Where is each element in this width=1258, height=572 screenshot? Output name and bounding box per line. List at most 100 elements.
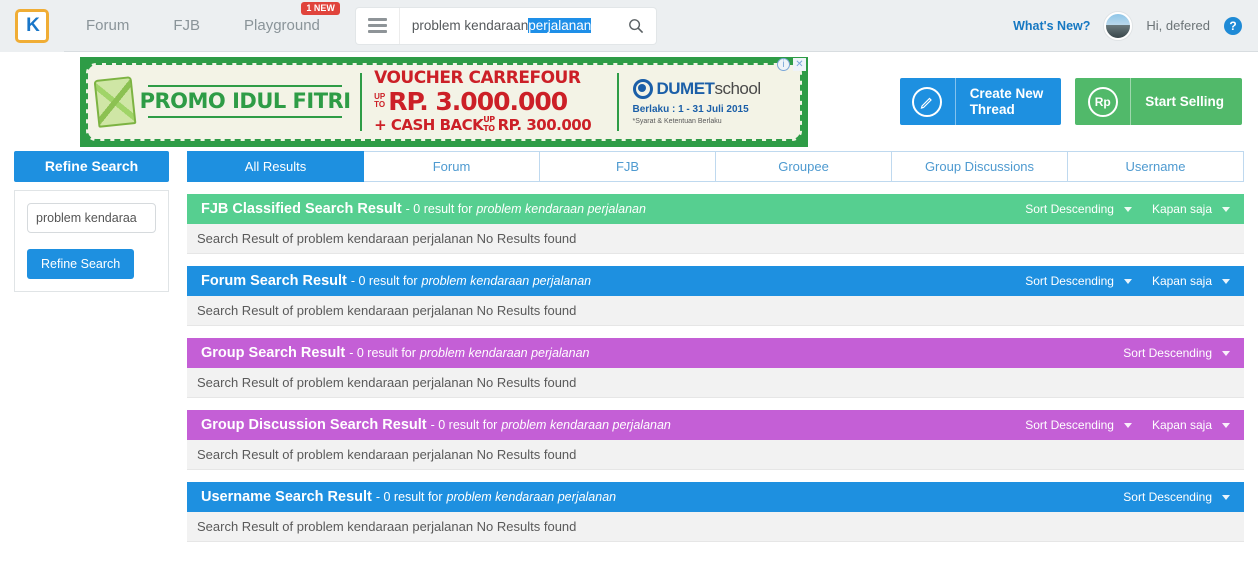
start-selling-button[interactable]: Rp Start Selling bbox=[1075, 78, 1242, 125]
section-term: problem kendaraan perjalanan bbox=[419, 346, 590, 360]
tab-label: Group Discussions bbox=[924, 159, 1035, 174]
chevron-down-icon bbox=[1222, 278, 1230, 284]
sort-dropdown[interactable]: Sort Descending bbox=[1025, 418, 1132, 432]
logo-container[interactable]: K bbox=[0, 0, 64, 52]
search-text-selected: perjalanan bbox=[528, 18, 592, 33]
ad-info-icon[interactable]: i bbox=[777, 57, 790, 71]
results-tabs: All Results Forum FJB Groupee Group Disc… bbox=[187, 151, 1244, 182]
tab-username[interactable]: Username bbox=[1068, 151, 1244, 182]
kaskus-logo-icon[interactable]: K bbox=[15, 8, 49, 43]
ketupat-icon bbox=[93, 75, 137, 128]
sort-dropdown[interactable]: Sort Descending bbox=[1025, 202, 1132, 216]
search-icon[interactable] bbox=[616, 8, 656, 44]
search-container: problem kendaraan perjalanan bbox=[355, 7, 656, 44]
chevron-down-icon bbox=[1123, 206, 1132, 212]
tab-fjb[interactable]: FJB bbox=[540, 151, 716, 182]
section-empty-message: Search Result of problem kendaraan perja… bbox=[187, 368, 1244, 398]
chevron-down-icon bbox=[1222, 206, 1230, 212]
help-glyph: ? bbox=[1229, 18, 1237, 33]
ad-promo-title: PROMO IDUL FITRI bbox=[139, 89, 351, 113]
tab-groupee[interactable]: Groupee bbox=[716, 151, 892, 182]
search-results-content: All Results Forum FJB Groupee Group Disc… bbox=[187, 151, 1244, 542]
advertisement-banner[interactable]: PROMO IDUL FITRI VOUCHER CARREFOUR UP TO … bbox=[80, 56, 808, 147]
ad-upto-label: UP TO bbox=[374, 91, 386, 109]
ad-validity: Berlaku : 1 - 31 Juli 2015 bbox=[632, 103, 749, 115]
action-buttons: Create New Thread Rp Start Selling bbox=[899, 78, 1242, 125]
search-text-plain: problem kendaraan bbox=[411, 18, 529, 33]
tab-label: FJB bbox=[615, 159, 640, 174]
tab-label: Username bbox=[1125, 159, 1186, 174]
section-count: - 0 result for bbox=[375, 490, 443, 504]
nav-item-forum[interactable]: Forum bbox=[64, 0, 151, 52]
refine-search-panel: Refine Search bbox=[14, 190, 169, 292]
tab-label: Forum bbox=[432, 159, 471, 174]
divider bbox=[360, 72, 363, 131]
whats-new-link[interactable]: What's New? bbox=[1013, 19, 1090, 33]
section-title: Username Search Result bbox=[201, 489, 372, 505]
divider bbox=[148, 116, 343, 118]
ad-terms: *Syarat & Ketentuan Berlaku bbox=[632, 117, 722, 125]
refine-search-title: Refine Search bbox=[14, 151, 169, 182]
ad-brand-suffix: school bbox=[714, 78, 761, 98]
section-fjb-classified: FJB Classified Search Result - 0 result … bbox=[187, 194, 1244, 254]
chevron-down-icon bbox=[1222, 422, 1230, 428]
hamburger-icon[interactable] bbox=[356, 7, 400, 44]
sort-dropdown[interactable]: Sort Descending bbox=[1123, 490, 1230, 504]
section-count: - 0 result for bbox=[405, 202, 473, 216]
tab-group-discussions[interactable]: Group Discussions bbox=[892, 151, 1068, 182]
pencil-icon bbox=[900, 78, 956, 125]
section-term: problem kendaraan perjalanan bbox=[476, 202, 646, 216]
nav-item-fjb[interactable]: FJB bbox=[151, 0, 222, 52]
ad-promo-block: PROMO IDUL FITRI bbox=[88, 75, 356, 128]
sort-label: Sort Descending bbox=[1025, 418, 1114, 432]
time-dropdown[interactable]: Kapan saja bbox=[1152, 418, 1230, 432]
ad-amount-row: UP TO RP. 3.000.000 bbox=[374, 89, 612, 114]
section-tools: Sort Descending Kapan saja bbox=[1025, 202, 1230, 216]
section-header: Group Search Result - 0 result for probl… bbox=[187, 338, 1244, 368]
time-dropdown[interactable]: Kapan saja bbox=[1152, 274, 1230, 288]
rupiah-circle: Rp bbox=[1087, 86, 1118, 117]
pencil-glyph bbox=[920, 97, 933, 109]
sort-label: Sort Descending bbox=[1123, 346, 1212, 360]
tab-label: All Results bbox=[244, 159, 307, 174]
time-dropdown[interactable]: Kapan saja bbox=[1152, 202, 1230, 216]
divider bbox=[148, 85, 343, 87]
sort-label: Sort Descending bbox=[1025, 202, 1114, 216]
section-title: Group Discussion Search Result bbox=[201, 417, 427, 433]
refine-search-input[interactable] bbox=[27, 203, 156, 233]
ad-cashback-label: + CASH BACK bbox=[374, 115, 484, 134]
section-group-discussion: Group Discussion Search Result - 0 resul… bbox=[187, 410, 1244, 470]
ad-offer-block: VOUCHER CARREFOUR UP TO RP. 3.000.000 + C… bbox=[366, 69, 612, 134]
section-title: Group Search Result bbox=[201, 345, 346, 361]
sort-dropdown[interactable]: Sort Descending bbox=[1025, 274, 1132, 288]
section-header: FJB Classified Search Result - 0 result … bbox=[187, 194, 1244, 224]
search-input[interactable]: problem kendaraan perjalanan bbox=[400, 18, 616, 33]
page-body: Refine Search Refine Search All Results … bbox=[0, 151, 1258, 542]
nav-item-playground[interactable]: Playground 1 NEW bbox=[222, 0, 342, 52]
refine-search-button[interactable]: Refine Search bbox=[27, 249, 135, 279]
section-group: Group Search Result - 0 result for probl… bbox=[187, 338, 1244, 398]
create-new-thread-button[interactable]: Create New Thread bbox=[899, 78, 1062, 125]
time-label: Kapan saja bbox=[1151, 418, 1212, 432]
chevron-down-icon bbox=[1222, 350, 1230, 356]
avatar[interactable] bbox=[1104, 11, 1133, 40]
refine-search-sidebar: Refine Search Refine Search bbox=[14, 151, 169, 542]
dumet-logo-icon: DUMETschool bbox=[632, 78, 801, 99]
section-tools: Sort Descending bbox=[1123, 490, 1230, 504]
section-term: problem kendaraan perjalanan bbox=[421, 274, 592, 288]
greeting-label: Hi, defered bbox=[1146, 18, 1210, 33]
section-term: problem kendaraan perjalanan bbox=[446, 490, 617, 504]
tab-all-results[interactable]: All Results bbox=[187, 151, 364, 182]
ad-close-icon[interactable]: ✕ bbox=[793, 57, 806, 71]
tab-forum[interactable]: Forum bbox=[364, 151, 540, 182]
section-empty-message: Search Result of problem kendaraan perja… bbox=[187, 224, 1244, 254]
sort-label: Sort Descending bbox=[1123, 490, 1212, 504]
nav-item-label: FJB bbox=[173, 16, 201, 34]
time-label: Kapan saja bbox=[1151, 202, 1212, 216]
help-icon[interactable]: ? bbox=[1224, 16, 1242, 35]
section-count: - 0 result for bbox=[350, 274, 418, 288]
sort-dropdown[interactable]: Sort Descending bbox=[1123, 346, 1230, 360]
section-tools: Sort Descending Kapan saja bbox=[1025, 274, 1230, 288]
section-empty-message: Search Result of problem kendaraan perja… bbox=[187, 512, 1244, 542]
ad-controls: i ✕ bbox=[777, 57, 806, 71]
